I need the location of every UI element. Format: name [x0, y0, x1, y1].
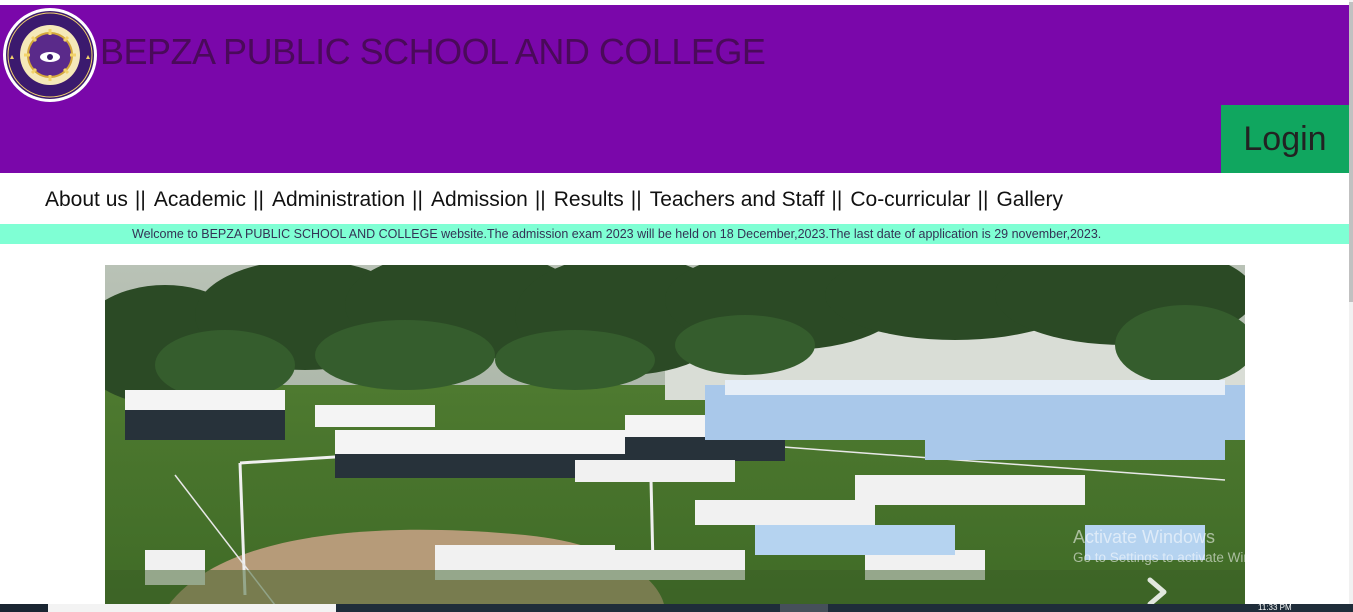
nav-admission[interactable]: Admission: [431, 188, 528, 212]
nav-separator: ||: [831, 188, 843, 211]
nav-separator: ||: [253, 188, 264, 211]
nav-about-us[interactable]: About us: [45, 188, 128, 212]
page: BEPZA PUBLIC SCHOOL AND COLLEGE Login Ab…: [0, 0, 1353, 612]
nav-separator: ||: [412, 188, 423, 211]
nav-gallery[interactable]: Gallery: [996, 188, 1063, 212]
nav-academic[interactable]: Academic: [154, 188, 246, 212]
watermark-title: Activate Windows: [1073, 527, 1216, 547]
nav-teachers-and-staff[interactable]: Teachers and Staff: [650, 188, 825, 212]
nav-co-curricular[interactable]: Co-curricular: [850, 188, 970, 212]
nav-administration[interactable]: Administration: [272, 188, 405, 212]
nav-separator: ||: [534, 188, 546, 211]
watermark-subtitle: Go to Settings to activate Windows.: [1073, 550, 1287, 565]
nav-results[interactable]: Results: [554, 188, 624, 212]
notice-text: Welcome to BEPZA PUBLIC SCHOOL AND COLLE…: [132, 227, 1102, 241]
school-crest-icon[interactable]: [2, 7, 98, 103]
nav-separator: ||: [630, 188, 642, 211]
site-header: BEPZA PUBLIC SCHOOL AND COLLEGE Login: [0, 5, 1349, 173]
taskbar-start[interactable]: [0, 604, 48, 612]
notice-marquee: Welcome to BEPZA PUBLIC SCHOOL AND COLLE…: [0, 224, 1349, 244]
scrollbar-thumb[interactable]: [1349, 2, 1353, 302]
taskbar-app[interactable]: [780, 604, 828, 612]
page-scrollbar[interactable]: [1349, 0, 1353, 612]
main-nav: About us || Academic || Administration |…: [45, 188, 1063, 212]
login-button[interactable]: Login: [1221, 105, 1349, 173]
windows-activation-watermark: Activate Windows Go to Settings to activ…: [1073, 527, 1286, 565]
nav-separator: ||: [134, 188, 146, 211]
taskbar-clock: 11:33 PM: [1258, 604, 1292, 612]
chevron-right-icon[interactable]: [1144, 577, 1170, 607]
school-name: BEPZA PUBLIC SCHOOL AND COLLEGE: [100, 31, 766, 72]
os-taskbar: [0, 604, 1353, 612]
nav-separator: ||: [977, 188, 989, 211]
taskbar-search[interactable]: [48, 604, 336, 612]
